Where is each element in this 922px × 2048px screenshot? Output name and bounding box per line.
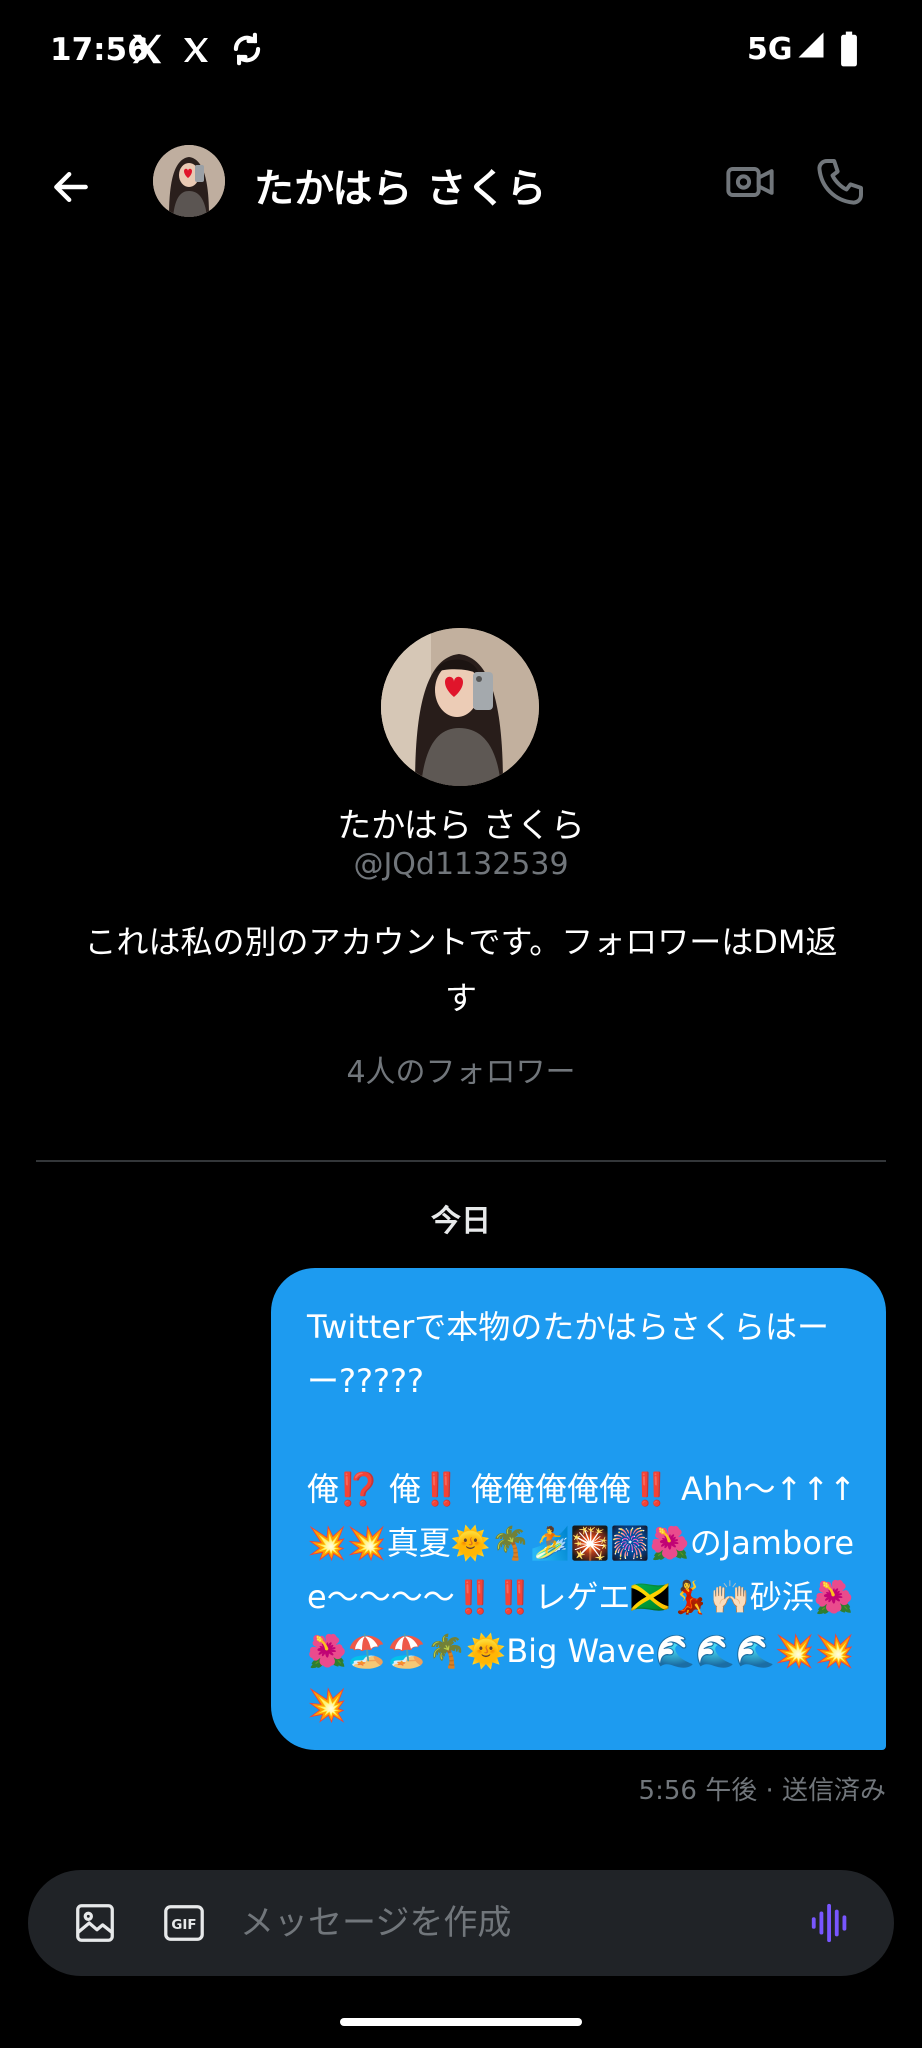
network-type: 5G — [747, 32, 793, 67]
profile-handle: @JQd1132539 — [353, 847, 569, 882]
phone-icon — [817, 159, 863, 205]
message-bubble-sent[interactable]: Twitterで本物のたかはらさくらはーー????? 俺⁉️ 俺‼️ 俺俺俺俺俺… — [271, 1268, 886, 1750]
profile-followers[interactable]: 4人のフォロワー — [0, 1047, 922, 1091]
back-arrow-icon — [54, 171, 88, 203]
date-separator: 今日 — [431, 1204, 491, 1239]
message-input[interactable] — [240, 1894, 800, 1952]
profile-avatar[interactable] — [381, 628, 539, 786]
video-call-button[interactable] — [724, 156, 776, 208]
x-logo-icon — [128, 30, 166, 68]
message-composer: GIF — [28, 1870, 894, 1976]
gif-icon: GIF — [164, 1905, 204, 1941]
message-text: Twitterで本物のたかはらさくらはーー????? 俺⁉️ 俺‼️ 俺俺俺俺俺… — [307, 1308, 856, 1724]
message-meta: 5:56 午後 · 送信済み — [638, 1776, 886, 1806]
signal-icon — [796, 30, 834, 68]
conversation-header: たかはら さくら — [0, 130, 922, 240]
header-avatar[interactable] — [153, 145, 225, 217]
gif-label: GIF — [171, 1918, 196, 1933]
sync-icon — [228, 30, 266, 68]
phone-call-button[interactable] — [812, 154, 868, 210]
home-indicator[interactable] — [340, 2018, 582, 2026]
header-contact-name[interactable]: たかはら さくら — [254, 156, 546, 214]
x-logo-icon — [180, 34, 212, 66]
image-attach-button[interactable] — [72, 1900, 118, 1946]
gif-button[interactable]: GIF — [161, 1900, 207, 1946]
voice-message-button[interactable] — [808, 1900, 854, 1946]
battery-icon — [838, 30, 860, 68]
profile-bio: これは私の別のアカウントです。フォロワーはDM返す — [84, 923, 838, 1017]
profile-name: たかはら さくら — [337, 806, 585, 846]
back-button[interactable] — [44, 160, 98, 214]
video-call-icon — [726, 167, 774, 197]
status-bar: 17:56 5G — [0, 0, 922, 100]
voice-icon — [811, 1903, 847, 1943]
image-icon — [76, 1904, 114, 1942]
divider — [36, 1160, 886, 1162]
